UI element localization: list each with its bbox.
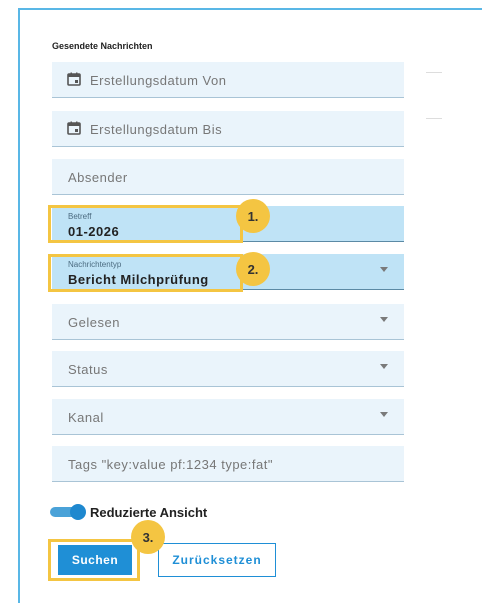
panel-top-border — [18, 8, 482, 10]
tags-placeholder: Tags "key:value pf:1234 type:fat" — [68, 457, 273, 472]
read-placeholder: Gelesen — [68, 315, 120, 330]
created-to-placeholder: Erstellungsdatum Bis — [90, 122, 223, 137]
chevron-down-icon[interactable] — [380, 317, 388, 322]
divider — [426, 72, 442, 73]
toggle-knob — [70, 504, 86, 520]
highlight-message-type — [48, 254, 243, 292]
reduced-view-toggle[interactable] — [50, 504, 88, 520]
step-badge-2: 2. — [236, 252, 270, 286]
channel-placeholder: Kanal — [68, 410, 104, 425]
step-badge-1: 1. — [236, 199, 270, 233]
calendar-icon — [67, 121, 81, 135]
highlight-search — [48, 539, 140, 581]
section-title: Gesendete Nachrichten — [52, 41, 153, 51]
reduced-view-label: Reduzierte Ansicht — [90, 505, 208, 520]
status-select[interactable]: Status — [52, 351, 404, 387]
channel-select[interactable]: Kanal — [52, 399, 404, 435]
reset-button[interactable]: Zurücksetzen — [158, 543, 276, 577]
tags-input[interactable]: Tags "key:value pf:1234 type:fat" — [52, 446, 404, 482]
panel-left-border — [18, 8, 20, 603]
search-panel: Gesendete Nachrichten Erstellungsdatum V… — [0, 0, 482, 603]
chevron-down-icon[interactable] — [380, 267, 388, 272]
status-placeholder: Status — [68, 362, 108, 377]
sender-field[interactable]: Absender — [52, 159, 404, 195]
sender-placeholder: Absender — [68, 170, 128, 185]
highlight-subject — [48, 205, 243, 243]
created-from-placeholder: Erstellungsdatum Von — [90, 73, 227, 88]
step-badge-3: 3. — [131, 520, 165, 554]
divider — [426, 118, 442, 119]
created-from-field[interactable]: Erstellungsdatum Von — [52, 62, 404, 98]
chevron-down-icon[interactable] — [380, 364, 388, 369]
created-to-field[interactable]: Erstellungsdatum Bis — [52, 111, 404, 147]
chevron-down-icon[interactable] — [380, 412, 388, 417]
calendar-icon — [67, 72, 81, 86]
read-select[interactable]: Gelesen — [52, 304, 404, 340]
